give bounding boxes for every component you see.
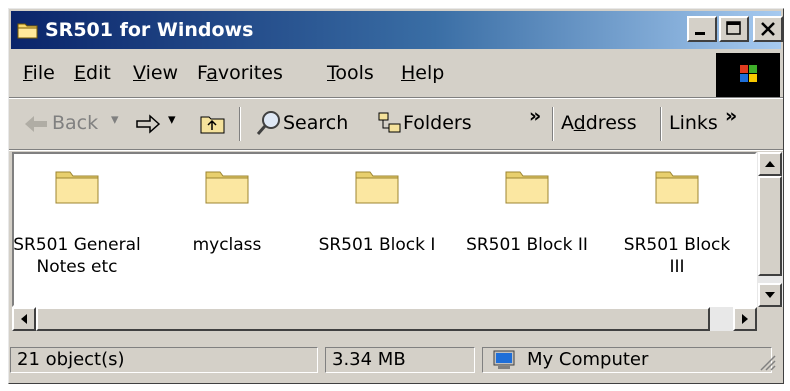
folder-label: myclass xyxy=(192,235,262,255)
menu-favorites[interactable]: Favorites xyxy=(197,62,283,84)
menu-view[interactable]: View xyxy=(133,62,178,84)
scroll-left-button[interactable] xyxy=(12,307,36,331)
scroll-up-button[interactable] xyxy=(758,152,782,176)
search-button[interactable]: Search xyxy=(283,112,348,134)
folder-item[interactable]: SR501 General Notes etc xyxy=(13,154,152,304)
folder-icon xyxy=(17,23,38,39)
arrow-left-icon xyxy=(21,314,27,324)
folder-icon xyxy=(55,171,99,204)
toolbar-separator xyxy=(239,107,241,141)
toolbar-separator-3 xyxy=(660,107,662,141)
folders-button[interactable]: Folders xyxy=(403,112,472,134)
windows-logo xyxy=(716,53,780,97)
folder-icon xyxy=(355,171,399,204)
folder-label: SR501 Block I xyxy=(318,235,436,255)
toolbar-separator-line xyxy=(9,149,783,151)
back-arrow-icon xyxy=(25,116,47,132)
toolbar-more-chevron[interactable]: » xyxy=(529,105,541,127)
magnifier-icon xyxy=(256,111,280,135)
scroll-down-button[interactable] xyxy=(758,283,782,307)
arrow-up-icon xyxy=(765,161,775,167)
links-more-chevron[interactable]: » xyxy=(725,105,737,127)
close-icon xyxy=(761,22,775,36)
folder-label: SR501 Block II xyxy=(466,235,588,255)
links-bar-label[interactable]: Links xyxy=(669,112,718,134)
scroll-thumb[interactable] xyxy=(758,176,782,276)
back-dropdown-icon[interactable]: ▾ xyxy=(111,110,119,128)
folder-up-icon[interactable] xyxy=(199,111,227,135)
window-title: SR501 for Windows xyxy=(45,19,254,41)
back-button[interactable]: Back xyxy=(52,112,98,134)
folders-tree-icon xyxy=(378,112,401,133)
folder-item[interactable]: myclass xyxy=(152,154,302,304)
menu-tools[interactable]: Tools xyxy=(327,62,374,84)
vertical-scrollbar[interactable] xyxy=(757,152,783,307)
folder-icon xyxy=(505,171,549,204)
menu-file[interactable]: File xyxy=(23,62,55,84)
windows-flag-icon xyxy=(740,65,757,82)
status-size: 3.34 MB xyxy=(325,347,475,373)
horizontal-scrollbar[interactable] xyxy=(12,307,757,331)
menu-bar: File Edit View Favorites Tools Help xyxy=(11,53,781,95)
folder-label: SR501 Block III xyxy=(623,235,731,277)
maximize-icon xyxy=(726,21,741,35)
minimize-icon xyxy=(695,32,705,35)
forward-dropdown-icon[interactable]: ▾ xyxy=(168,110,176,128)
scroll-corner xyxy=(757,307,783,331)
scroll-thumb-horizontal[interactable] xyxy=(36,307,710,331)
toolbar-separator-2 xyxy=(552,107,554,141)
minimize-button[interactable] xyxy=(687,16,717,42)
folder-view[interactable]: SR501 General Notes etc myclass SR501 Blo… xyxy=(12,152,757,307)
folder-icon xyxy=(655,171,699,204)
resize-grip-icon[interactable] xyxy=(758,353,776,371)
menu-help[interactable]: Help xyxy=(401,62,444,84)
folder-label: SR501 General Notes etc xyxy=(13,235,141,277)
maximize-button[interactable] xyxy=(719,16,749,42)
status-object-count: 21 object(s) xyxy=(10,347,318,373)
scroll-right-button[interactable] xyxy=(733,307,757,331)
folder-item[interactable]: SR501 Block II xyxy=(452,154,602,304)
my-computer-icon xyxy=(493,350,515,369)
status-zone: My Computer xyxy=(482,347,772,373)
arrow-down-icon xyxy=(765,292,775,298)
folder-icon xyxy=(205,171,249,204)
folder-item[interactable]: SR501 Block III xyxy=(602,154,752,304)
title-bar[interactable]: SR501 for Windows xyxy=(11,11,783,49)
status-location: My Computer xyxy=(527,349,649,370)
folder-item[interactable]: SR501 Block I xyxy=(302,154,452,304)
address-bar-label[interactable]: Address xyxy=(561,112,637,134)
arrow-right-icon xyxy=(742,314,748,324)
menu-edit[interactable]: Edit xyxy=(74,62,111,84)
forward-arrow-icon[interactable] xyxy=(135,113,161,135)
close-button[interactable] xyxy=(753,16,783,42)
toolbar: Back ▾ ▾ Search Folders » Address Links … xyxy=(11,99,781,149)
status-bar: 21 object(s) 3.34 MB My Computer xyxy=(10,345,788,375)
